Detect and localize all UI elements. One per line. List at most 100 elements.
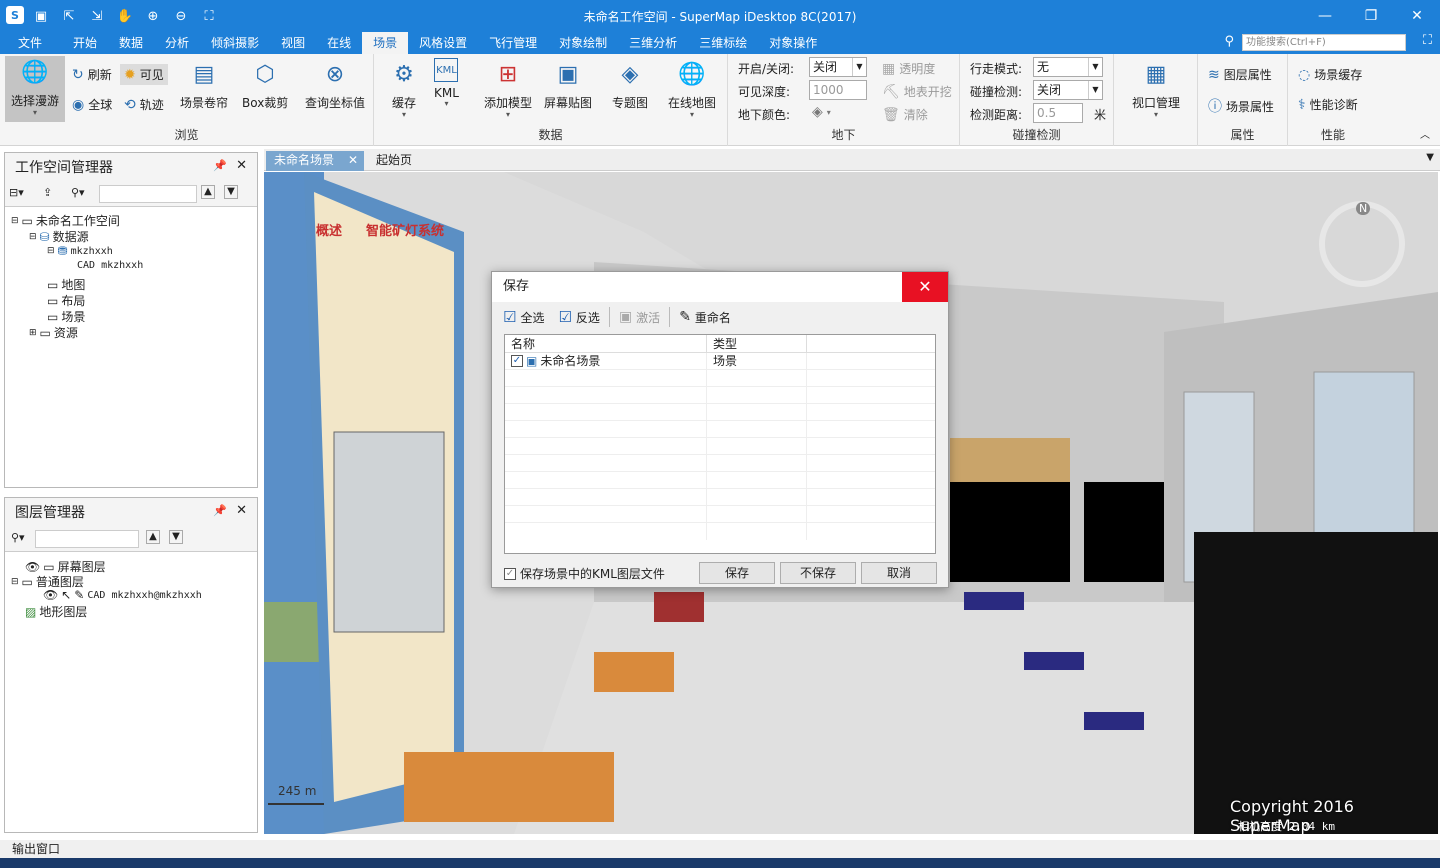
online-globe-icon: 🌐 (678, 61, 706, 87)
transparency-button[interactable]: ▦ 透明度 (882, 60, 935, 77)
select-all-button[interactable]: ☑ 全选 (496, 308, 551, 326)
tree-item-datasources[interactable]: ⊟ ⛁ 数据源 (29, 228, 89, 245)
pin-icon[interactable]: 📌 (213, 159, 227, 172)
kml-button[interactable]: KML KML ▾ (434, 58, 459, 108)
tree-item-maps[interactable]: ▭ 地图 (47, 276, 85, 293)
viewport-button[interactable]: ▦ 视口管理 ▾ (1132, 58, 1180, 119)
menu-object-ops[interactable]: 对象操作 (758, 32, 828, 54)
edit-pencil-icon[interactable]: ✎ (74, 588, 84, 602)
tree-item-datasource-mkzhxxh[interactable]: ⊟ ⛃ mkzhxxh (47, 244, 113, 258)
cancel-button[interactable]: 取消 (861, 562, 937, 584)
activate-button[interactable]: ▣ 激活 (612, 309, 667, 326)
visible-button[interactable]: ✹ 可见 (120, 64, 168, 85)
collapse-ribbon-icon[interactable]: ︿ (1420, 126, 1430, 141)
find-icon[interactable]: ⚲▾ (11, 531, 25, 544)
tab-unnamed-scene[interactable]: 未命名场景 ✕ (266, 151, 364, 171)
screen-map-button[interactable]: ▣ 屏幕贴图 (544, 58, 592, 111)
fullscreen-icon[interactable]: ⛶ (1423, 33, 1432, 48)
menu-view[interactable]: 视图 (270, 32, 316, 54)
menu-data[interactable]: 数据 (108, 32, 154, 54)
restore-button[interactable]: ❐ (1348, 0, 1394, 32)
pin-icon[interactable]: 📌 (213, 504, 227, 517)
find-icon[interactable]: ⚲▾ (71, 186, 85, 199)
add-model-button[interactable]: ⊞ 添加模型 ▾ (484, 58, 532, 119)
thematic-button[interactable]: ◈ 专题图 (612, 58, 648, 111)
cache-button[interactable]: ⚙ 缓存 ▾ (388, 58, 420, 119)
save-kml-checkbox[interactable]: ✓ (504, 567, 516, 580)
menu-start[interactable]: 开始 (62, 32, 108, 54)
menu-file[interactable]: 文件 (0, 32, 62, 54)
move-up-icon[interactable]: ▲ (201, 185, 215, 199)
scene-cache-button[interactable]: ◌ 场景缓存 (1298, 66, 1362, 83)
online-map-button[interactable]: 🌐 在线地图 ▾ (668, 58, 716, 119)
query-coord-button[interactable]: ⊗ 查询坐标值 (305, 58, 365, 111)
column-header-type[interactable]: 类型 (707, 335, 807, 352)
detect-distance-input[interactable]: 0.5 (1033, 103, 1083, 123)
tree-item-cad-layer[interactable]: 👁 ↖ ✎ CAD mkzhxxh@mkzhxxh (43, 588, 202, 602)
transparency-icon: ▦ (882, 60, 896, 77)
tree-item-cad-dataset[interactable]: CAD mkzhxxh (77, 260, 143, 271)
invert-selection-button[interactable]: ☑ 反选 (551, 308, 606, 326)
move-down-icon[interactable]: ▼ (224, 185, 238, 199)
minimize-button[interactable]: — (1302, 0, 1348, 32)
move-down-icon[interactable]: ▼ (169, 530, 183, 544)
visible-depth-input[interactable]: 1000 (809, 80, 867, 100)
excavate-button[interactable]: ⛏ 地表开挖 (882, 83, 952, 100)
collision-detect-select[interactable]: 关闭 ▼ (1033, 80, 1103, 100)
track-button[interactable]: ⟲ 轨迹 (124, 96, 164, 113)
perf-diag-button[interactable]: ⚕ 性能诊断 (1298, 96, 1358, 113)
tree-item-workspace[interactable]: ⊟ ▭ 未命名工作空间 (11, 212, 120, 229)
rename-button[interactable]: ✎ 重命名 (672, 309, 738, 326)
tree-item-layouts[interactable]: ▭ 布局 (47, 292, 85, 309)
scene-props-button[interactable]: ⓘ 场景属性 (1208, 96, 1274, 116)
tab-list-icon[interactable]: ▼ (1426, 152, 1434, 163)
function-search-input[interactable]: 功能搜索(Ctrl+F) (1242, 34, 1406, 51)
menu-draw[interactable]: 对象绘制 (548, 32, 618, 54)
tree-item-terrain-layer[interactable]: ▨ 地形图层 (25, 603, 87, 620)
close-icon[interactable]: ✕ (236, 503, 247, 518)
close-icon[interactable]: ✕ (236, 158, 247, 173)
menu-oblique[interactable]: 倾斜摄影 (200, 32, 270, 54)
move-up-icon[interactable]: ▲ (146, 530, 160, 544)
menu-analysis[interactable]: 分析 (154, 32, 200, 54)
underground-color-picker[interactable]: ◈ ▾ (812, 104, 831, 120)
row-checkbox[interactable]: ✓ (511, 355, 523, 367)
select-arrow-icon[interactable]: ↖ (61, 588, 71, 602)
save-button[interactable]: 保存 (699, 562, 775, 584)
tree-item-scenes[interactable]: ▭ 场景 (47, 308, 85, 325)
clear-button[interactable]: 🗑 清除 (882, 106, 928, 123)
scene-curtain-button[interactable]: ▤ 场景卷帘 (180, 58, 228, 111)
layer-props-button[interactable]: ≋ 图层属性 (1208, 66, 1272, 83)
menu-style[interactable]: 风格设置 (408, 32, 478, 54)
menu-scene[interactable]: 场景 (362, 32, 409, 54)
output-window-tab[interactable]: 输出窗口 (0, 840, 1440, 858)
eye-icon[interactable]: 👁 (43, 588, 58, 602)
tree-item-resources[interactable]: ⊞ ▭ 资源 (29, 324, 78, 341)
menu-3d-plot[interactable]: 三维标绘 (688, 32, 758, 54)
menu-3d-analysis[interactable]: 三维分析 (618, 32, 688, 54)
walk-mode-select[interactable]: 无 ▼ (1033, 57, 1103, 77)
select-roam-button[interactable]: 🌐 选择漫游 ▾ (5, 56, 65, 122)
table-row[interactable]: ✓ ▣ 未命名场景 场景 (505, 353, 935, 370)
menu-online[interactable]: 在线 (316, 32, 362, 54)
refresh-button[interactable]: ↻ 刷新 (72, 66, 112, 83)
menu-flight[interactable]: 飞行管理 (478, 32, 548, 54)
rename-icon: ✎ (679, 309, 691, 325)
save-kml-option[interactable]: ✓ 保存场景中的KML图层文件 (504, 565, 665, 582)
dialog-close-button[interactable]: ✕ (902, 272, 948, 302)
layer-search-input[interactable] (35, 530, 139, 548)
workspace-menu-icon[interactable]: ⊟▾ (9, 186, 24, 199)
column-header-name[interactable]: 名称 (505, 335, 707, 352)
compass-north-label[interactable]: N (1356, 202, 1371, 215)
eye-icon[interactable]: 👁 (25, 560, 40, 574)
close-icon[interactable]: ✕ (348, 151, 358, 170)
tab-start-page[interactable]: 起始页 (368, 151, 420, 171)
underground-onoff-select[interactable]: 关闭 ▼ (809, 57, 867, 77)
close-window-button[interactable]: ✕ (1394, 0, 1440, 32)
box-clip-button[interactable]: ⬡ Box裁剪 (242, 58, 288, 111)
workspace-search-input[interactable] (99, 185, 197, 203)
group-performance: ◌ 场景缓存 ⚕ 性能诊断 性能 (1288, 54, 1378, 146)
full-globe-button[interactable]: ◉ 全球 (72, 96, 112, 113)
dont-save-button[interactable]: 不保存 (780, 562, 856, 584)
open-file-icon[interactable]: ⇪ (43, 186, 52, 199)
